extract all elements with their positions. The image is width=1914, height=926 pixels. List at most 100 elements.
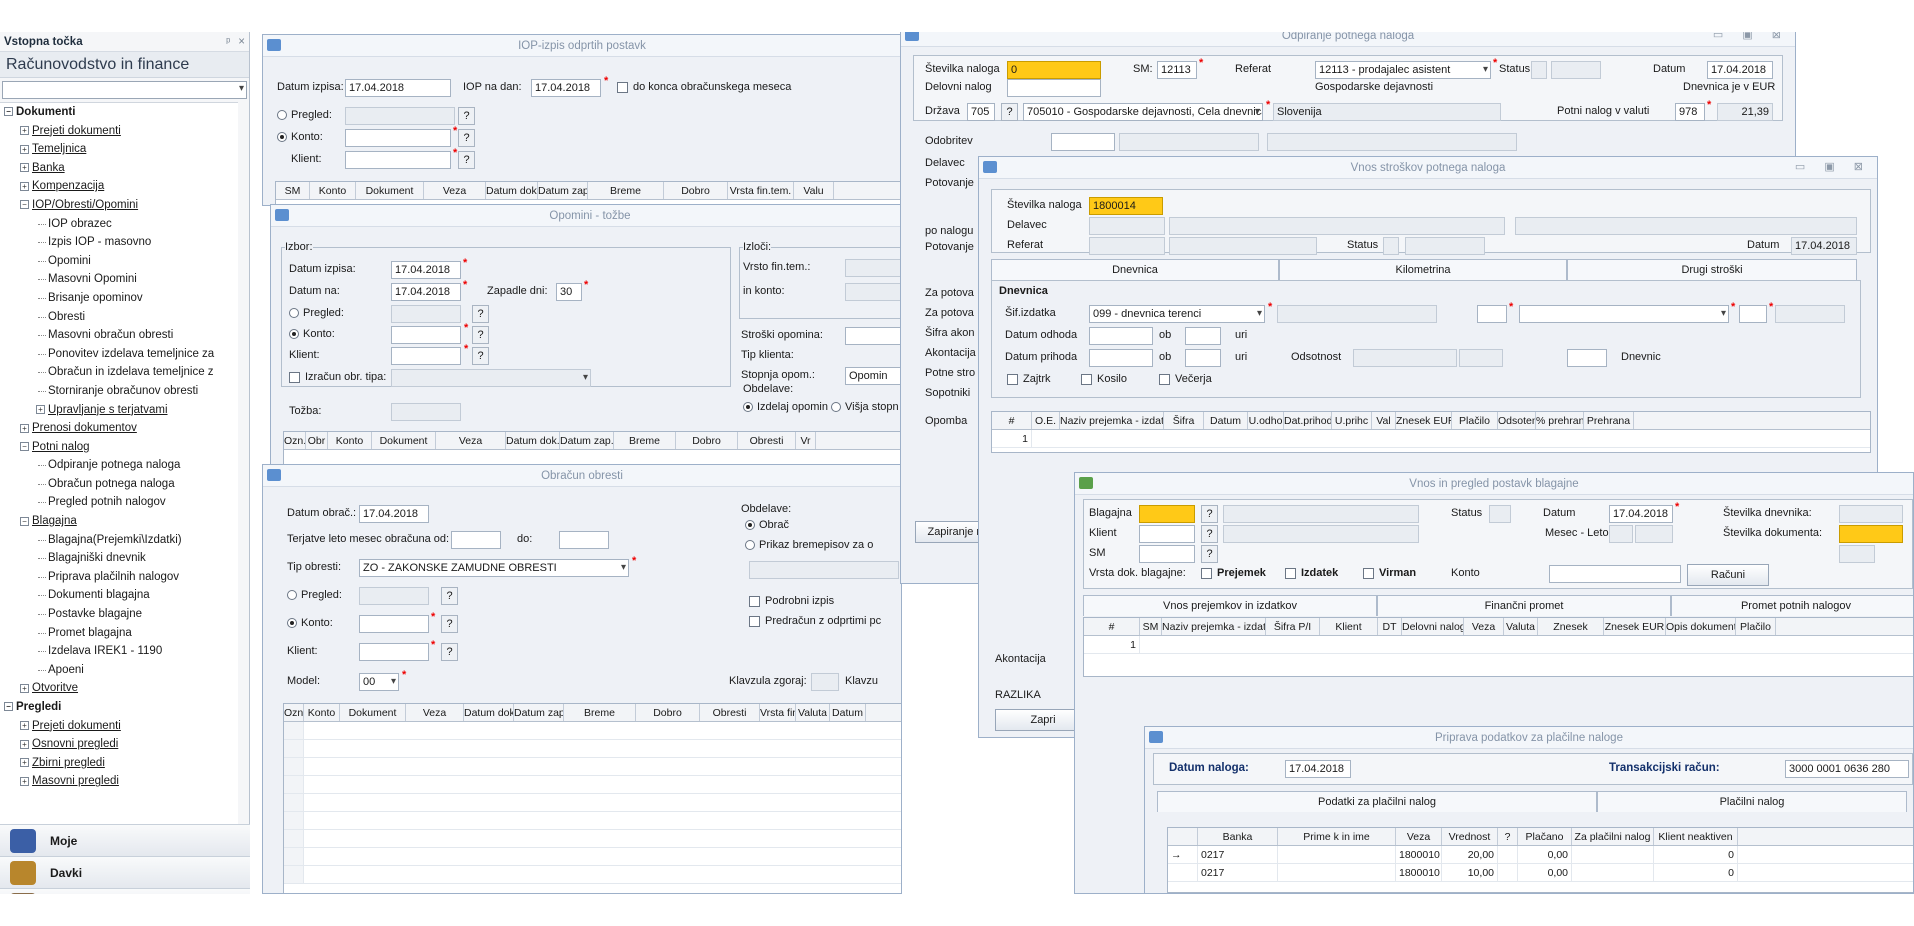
table-row[interactable] bbox=[284, 758, 901, 776]
grid-column-header[interactable]: Šifra P/I bbox=[1266, 618, 1320, 635]
tab[interactable]: Vnos prejemkov in izdatkov bbox=[1083, 595, 1377, 616]
pregled-radio[interactable] bbox=[287, 590, 297, 600]
tree-expander-icon[interactable]: + bbox=[36, 404, 45, 414]
tree-item[interactable]: Blagajna(Prejemki\Izdatki) bbox=[0, 531, 238, 550]
virman-checkbox[interactable] bbox=[1363, 568, 1374, 579]
tree-item[interactable]: − Potni nalog bbox=[0, 438, 238, 457]
grid-column-header[interactable]: Dobro bbox=[664, 182, 728, 199]
row-selector[interactable] bbox=[284, 830, 304, 847]
vecerja-checkbox[interactable] bbox=[1159, 374, 1170, 385]
tree-item[interactable]: + Prenosi dokumentov bbox=[0, 419, 238, 438]
datum-prihoda-field[interactable] bbox=[1089, 349, 1153, 367]
grid-column-header[interactable]: Veza bbox=[1396, 828, 1442, 845]
grid-column-header[interactable]: Breme bbox=[614, 432, 676, 449]
grid-column-header[interactable]: Datum bbox=[1204, 412, 1248, 429]
tree-item[interactable]: + Zbirni pregledi bbox=[0, 754, 238, 773]
tree-item[interactable]: − Dokumenti bbox=[0, 103, 238, 122]
table-row[interactable] bbox=[284, 722, 901, 740]
grid-column-header[interactable]: Datum bbox=[830, 704, 866, 721]
grid-column-header[interactable]: Dokument bbox=[372, 432, 436, 449]
terjatve-do-field[interactable] bbox=[559, 531, 609, 549]
konto-radio[interactable] bbox=[287, 618, 297, 628]
grid-column-header[interactable]: Dobro bbox=[676, 432, 738, 449]
racuni-button[interactable]: Računi bbox=[1687, 564, 1769, 586]
prikaz-radio[interactable] bbox=[745, 540, 755, 550]
tree-expander-icon[interactable]: − bbox=[20, 200, 29, 210]
tree-item[interactable]: Blagajniški dnevnik bbox=[0, 549, 238, 568]
obracun-radio[interactable] bbox=[745, 520, 755, 530]
row-selector[interactable] bbox=[284, 740, 304, 757]
tree-item[interactable]: Brisanje opominov bbox=[0, 289, 238, 308]
grid-column-header[interactable]: # bbox=[1084, 618, 1140, 635]
tree-item[interactable]: Obračun potnega naloga bbox=[0, 475, 238, 494]
drzava-field[interactable]: 705 bbox=[967, 103, 995, 121]
table-row[interactable]: 1 bbox=[992, 430, 1870, 448]
table-row[interactable]: 0217 1800010 10,00 0,00 0 bbox=[1168, 864, 1913, 882]
vnos-grid[interactable]: # O.E. Naziv prejemka - izdatka Šifra Datum U… bbox=[991, 411, 1871, 453]
grid-column-header[interactable]: Datum zap. bbox=[514, 704, 564, 721]
table-row[interactable] bbox=[284, 776, 901, 794]
izdatek-checkbox[interactable] bbox=[1285, 568, 1296, 579]
terjatve-od-field[interactable] bbox=[451, 531, 501, 549]
grid-column-header[interactable]: Naziv prejemka - izdatka bbox=[1162, 618, 1266, 635]
tree-item[interactable]: Obresti bbox=[0, 308, 238, 327]
grid-column-header[interactable]: Klient neaktiven bbox=[1654, 828, 1738, 845]
table-row[interactable] bbox=[284, 830, 901, 848]
stevilka-field[interactable]: 0 bbox=[1007, 61, 1101, 79]
grid-column-header[interactable]: Klient bbox=[1320, 618, 1378, 635]
grid-column-header[interactable]: Breme bbox=[588, 182, 664, 199]
klient-lookup-button[interactable]: ? bbox=[472, 347, 489, 365]
valuta-field[interactable]: 978 bbox=[1675, 103, 1705, 121]
tree-item[interactable]: − Pregledi bbox=[0, 698, 238, 717]
konto-field[interactable] bbox=[1549, 565, 1681, 583]
table-row[interactable] bbox=[284, 740, 901, 758]
pregled-field[interactable] bbox=[345, 107, 455, 125]
ura-odhoda-field[interactable] bbox=[1185, 327, 1221, 345]
grid-column-header[interactable]: Vr bbox=[796, 432, 816, 449]
ura-prihoda-field[interactable] bbox=[1185, 349, 1221, 367]
blagajna-field[interactable] bbox=[1139, 505, 1195, 523]
row-selector[interactable] bbox=[284, 794, 304, 811]
tree-expander-icon[interactable]: − bbox=[4, 702, 13, 712]
grid-column-header[interactable]: Vrsta fin. bbox=[760, 704, 796, 721]
tree-item[interactable]: − Blagajna bbox=[0, 512, 238, 531]
trr-field[interactable]: 3000 0001 0636 280 bbox=[1785, 760, 1909, 778]
window-controls[interactable]: ▭ ▣ ⊠ bbox=[1713, 32, 1789, 41]
datum-na-field[interactable]: 17.04.2018 bbox=[391, 283, 461, 301]
grid-column-header[interactable]: Plačilo bbox=[1452, 412, 1498, 429]
tree-item[interactable]: Opomini bbox=[0, 252, 238, 271]
tree-item[interactable]: + Upravljanje s terjatvami bbox=[0, 401, 238, 420]
table-row[interactable]: → 0217 1800010 20,00 0,00 0 bbox=[1168, 846, 1913, 864]
sif-izdatka-combo[interactable]: 099 - dnevnica terenci bbox=[1089, 305, 1265, 323]
klient-field[interactable] bbox=[345, 151, 451, 169]
status-field[interactable] bbox=[1531, 61, 1547, 79]
tree-item[interactable]: Masovni Opomini bbox=[0, 270, 238, 289]
tab[interactable]: Plačilni nalog bbox=[1597, 791, 1907, 812]
grid-column-header[interactable]: Veza bbox=[436, 432, 506, 449]
tree-expander-icon[interactable]: − bbox=[4, 107, 13, 117]
grid-column-header[interactable]: Za plačilni nalog bbox=[1572, 828, 1654, 845]
grid-column-header[interactable]: Datum dok. bbox=[486, 182, 538, 199]
izdelaj-radio[interactable] bbox=[743, 402, 753, 412]
iop-grid[interactable]: SM Konto Dokument Veza Datum dok. Datum zap. B… bbox=[275, 181, 901, 205]
sm-field[interactable]: 12113 bbox=[1157, 61, 1197, 79]
tab[interactable]: Drugi stroški bbox=[1567, 259, 1857, 280]
grid-column-header[interactable]: Dokument bbox=[340, 704, 406, 721]
grid-column-header[interactable]: Veza bbox=[1464, 618, 1504, 635]
window-controls[interactable]: ▭ ▣ ⊠ bbox=[1795, 160, 1871, 173]
grid-column-header[interactable]: Znesek EUR bbox=[1604, 618, 1666, 635]
klavzula-field[interactable] bbox=[811, 673, 839, 691]
grid-column-header[interactable]: Prime k in ime bbox=[1278, 828, 1396, 845]
grid-column-header[interactable]: Dobro bbox=[636, 704, 700, 721]
tree-item[interactable]: + Otvoritve bbox=[0, 679, 238, 698]
grid-column-header[interactable]: Banka bbox=[1198, 828, 1278, 845]
podrobni-checkbox[interactable] bbox=[749, 596, 760, 607]
tree-expander-icon[interactable]: + bbox=[20, 721, 29, 731]
pregled-radio[interactable] bbox=[289, 308, 299, 318]
datum-izpisa-field[interactable]: 17.04.2018 bbox=[391, 261, 461, 279]
tree-expander-icon[interactable]: − bbox=[20, 516, 29, 526]
datum-field[interactable]: 17.04.2018 bbox=[1609, 505, 1673, 523]
grid-column-header[interactable]: Datum zap. bbox=[538, 182, 588, 199]
tree-expander-icon[interactable]: + bbox=[20, 163, 29, 173]
klient-field[interactable] bbox=[391, 347, 461, 365]
